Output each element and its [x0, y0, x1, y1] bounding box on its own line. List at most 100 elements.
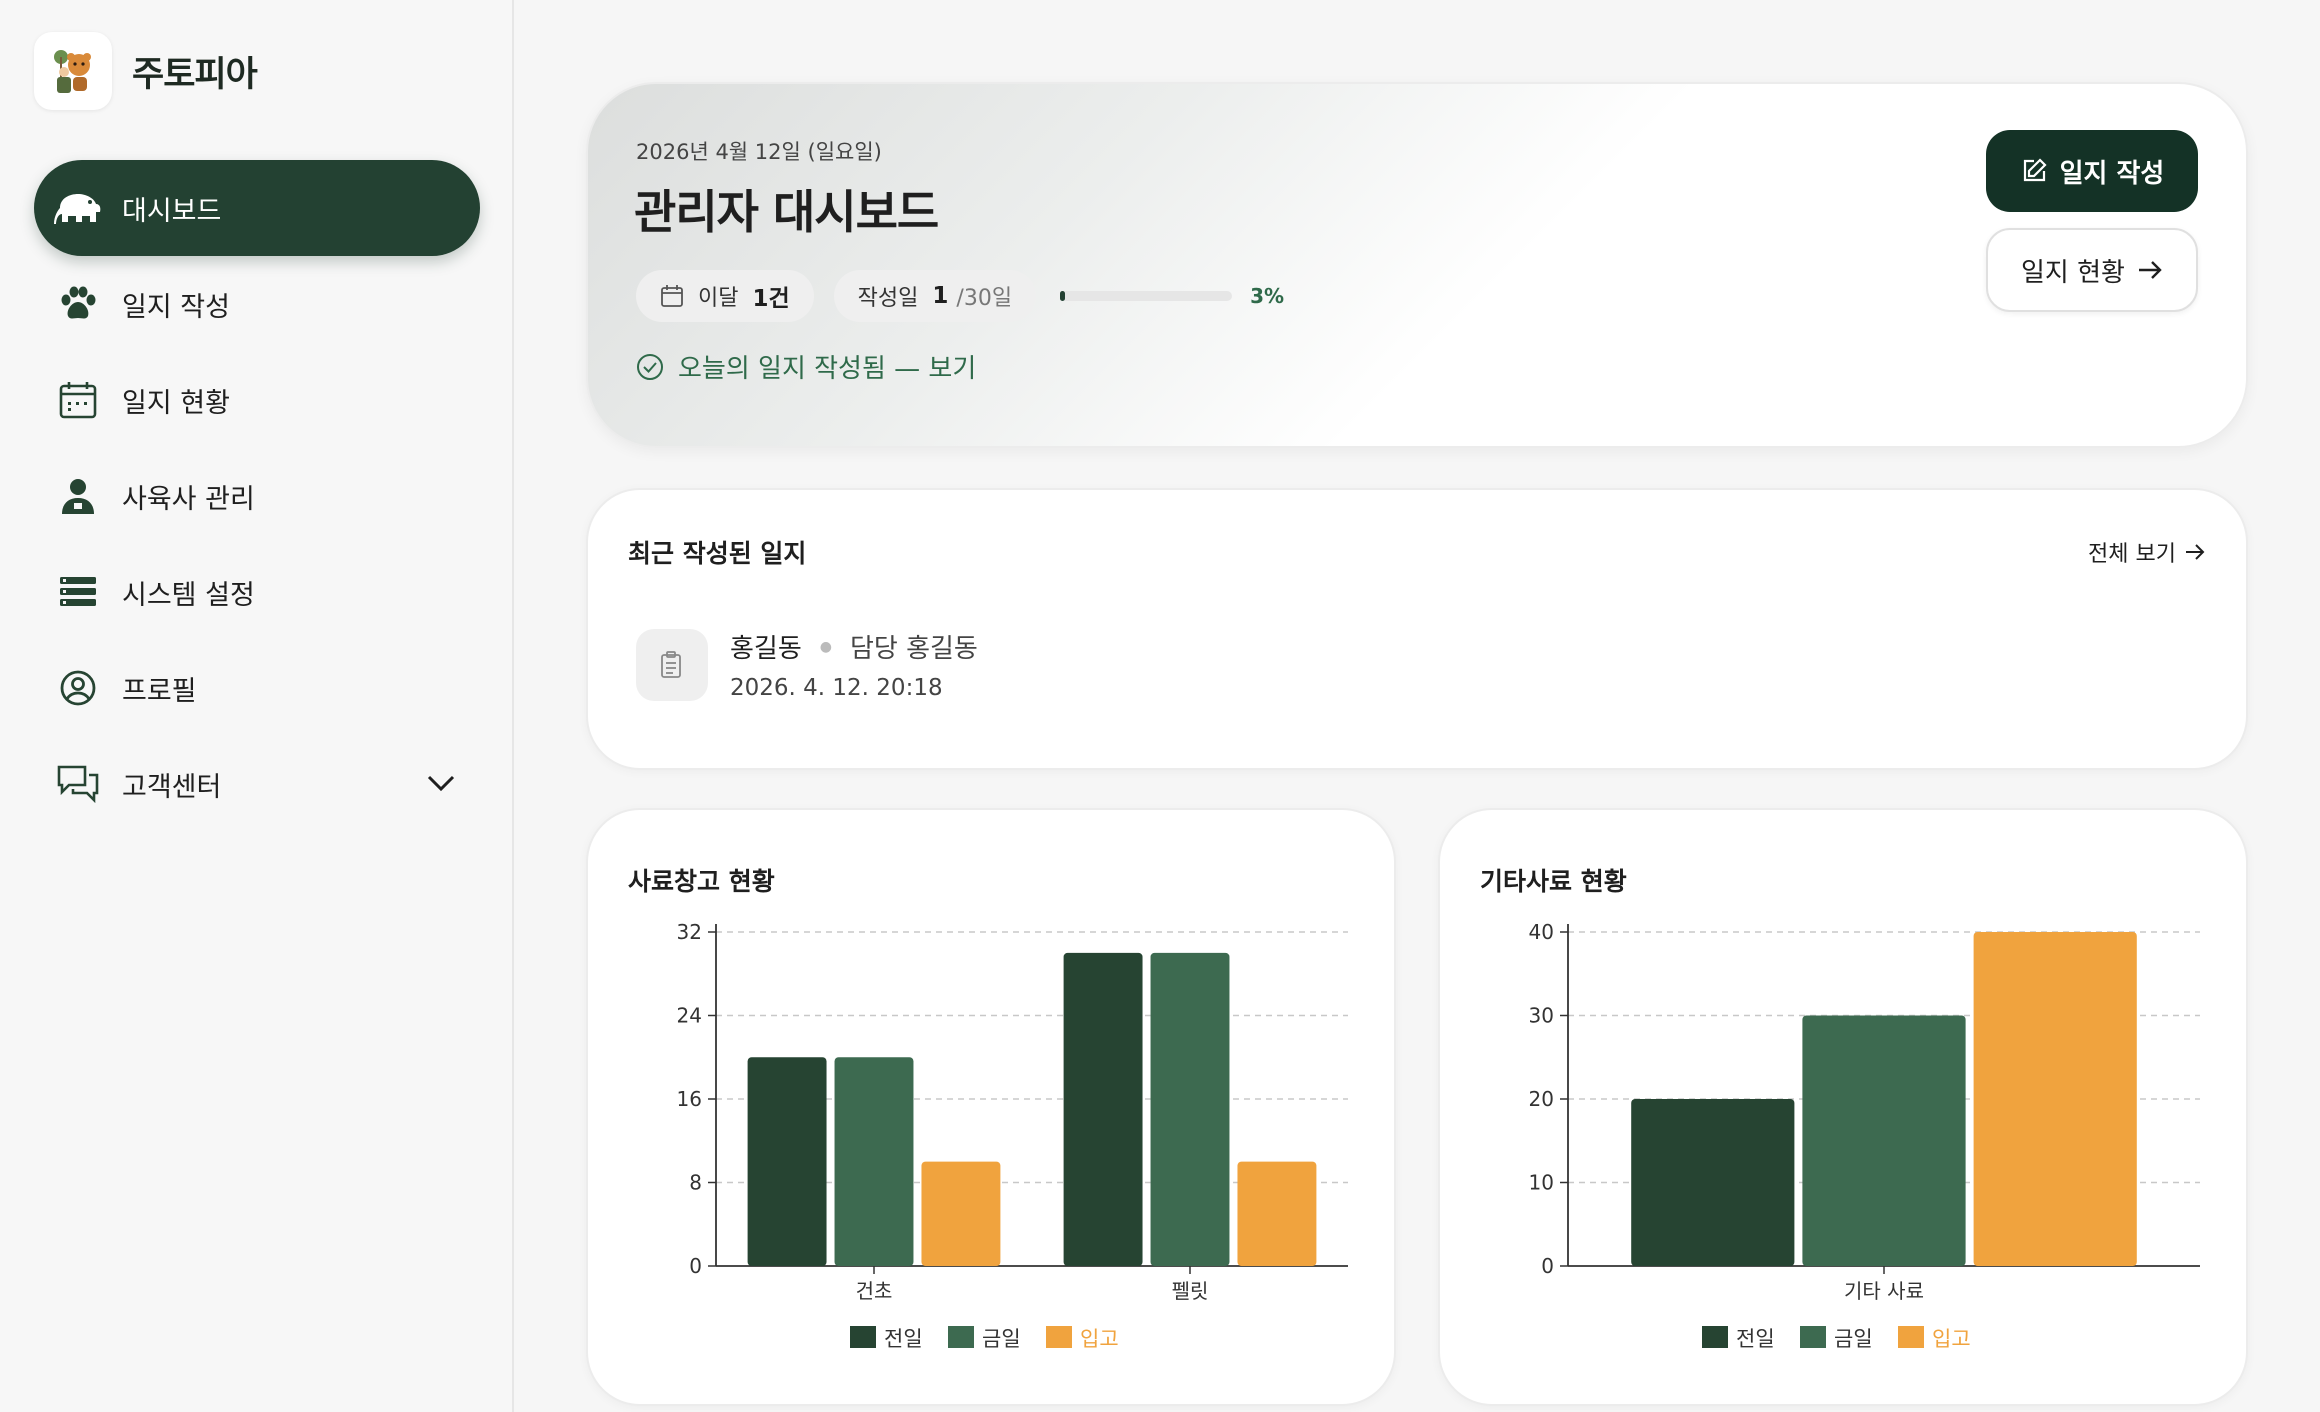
sidebar-item-system-settings[interactable]: 시스템 설정 — [34, 544, 480, 640]
recent-logs-card: 최근 작성된 일지 전체 보기 홍길동 ● 담당 홍길동 2026. 4. 12… — [586, 488, 2248, 770]
write-log-label: 일지 작성 — [2059, 158, 2165, 189]
bar-전일[interactable] — [1063, 952, 1143, 1266]
bar-전일[interactable] — [1631, 1099, 1795, 1266]
sidebar-item-label: 사육사 관리 — [122, 483, 255, 515]
entry-text: 홍길동 ● 담당 홍길동 2026. 4. 12. 20:18 — [730, 628, 978, 701]
y-tick-label: 0 — [1541, 1254, 1554, 1278]
sidebar-item-dashboard[interactable]: 대시보드 — [34, 160, 480, 256]
y-tick-label: 10 — [1529, 1171, 1554, 1195]
view-all-label: 전체 보기 — [2088, 542, 2176, 567]
brand-name: 주토피아 — [132, 54, 258, 95]
y-tick-label: 8 — [689, 1171, 702, 1195]
y-tick-label: 32 — [677, 920, 702, 944]
current-date: 2026년 4월 12일 (일요일) — [636, 140, 882, 164]
sidebar-item-customer-center[interactable]: 고객센터 — [34, 736, 480, 832]
bar-입고[interactable] — [1973, 932, 2137, 1266]
legend-swatch — [1800, 1326, 1826, 1348]
list-item[interactable]: 홍길동 ● 담당 홍길동 2026. 4. 12. 20:18 — [636, 628, 978, 701]
monthly-count-value: 1건 — [752, 286, 790, 312]
legend-label[interactable]: 전일 — [884, 1327, 923, 1351]
sidebar-item-label: 시스템 설정 — [122, 579, 255, 611]
sidebar-item-profile[interactable]: 프로필 — [34, 640, 480, 736]
sidebar-item-label: 프로필 — [122, 675, 197, 707]
sidebar-item-label: 일지 현황 — [122, 387, 230, 419]
chart-title: 사료창고 현황 — [628, 867, 775, 896]
separator-dot: ● — [819, 638, 832, 655]
monthly-count-pill: 이달 1건 — [636, 270, 814, 322]
zookeeper-icon — [54, 472, 102, 520]
entry-header: 홍길동 ● 담당 홍길동 — [730, 628, 978, 665]
other-feed-chart-card: 기타사료 현황 0 10 20 30 40 기타 사료 전일 금일 입고 — [1438, 808, 2248, 1406]
bar-금일[interactable] — [834, 1057, 914, 1266]
feed-warehouse-chart: 사료창고 현황 0 8 16 24 32 건초 펠릿전일 금일 입고 — [628, 867, 1348, 1351]
bar-입고[interactable] — [1237, 1161, 1317, 1266]
write-log-button[interactable]: 일지 작성 — [1986, 130, 2198, 212]
log-status-label: 일지 현황 — [2021, 257, 2125, 288]
bar-전일[interactable] — [747, 1057, 827, 1266]
entry-name: 홍길동 — [730, 634, 802, 664]
written-days-label: 작성일 — [857, 286, 919, 311]
elephant-icon — [54, 184, 102, 232]
arrow-right-icon — [2184, 543, 2206, 561]
user-circle-icon — [54, 664, 102, 712]
written-days-value: 1 — [932, 283, 949, 309]
y-tick-label: 30 — [1529, 1004, 1554, 1028]
legend-label[interactable]: 금일 — [1834, 1327, 1873, 1351]
edit-icon — [2020, 157, 2048, 185]
legend-swatch — [1046, 1326, 1072, 1348]
calendar-icon — [54, 376, 102, 424]
legend-swatch — [1898, 1326, 1924, 1348]
y-tick-label: 24 — [677, 1004, 702, 1028]
entry-datetime: 2026. 4. 12. 20:18 — [730, 675, 943, 701]
clipboard-icon — [636, 628, 708, 701]
legend-swatch — [1702, 1326, 1728, 1348]
y-tick-label: 0 — [689, 1254, 702, 1278]
sidebar-item-write-log[interactable]: 일지 작성 — [34, 256, 480, 352]
legend-swatch — [948, 1326, 974, 1348]
legend-label[interactable]: 입고 — [1932, 1327, 1971, 1351]
sidebar-nav: 대시보드 일지 작성 일지 현황 사육사 관리 시스템 설정 프로필 고객센터 — [34, 160, 480, 832]
arrow-right-icon — [2137, 259, 2163, 281]
view-all-link[interactable]: 전체 보기 — [2088, 536, 2206, 568]
recent-logs-title: 최근 작성된 일지 — [628, 539, 807, 568]
sidebar-item-label: 고객센터 — [122, 771, 222, 803]
bar-금일[interactable] — [1802, 1015, 1966, 1267]
zoo-logo-icon — [34, 32, 112, 110]
written-days-pill: 작성일 1 /30일 — [833, 270, 1037, 322]
entry-assignee: 담당 홍길동 — [849, 634, 978, 664]
x-tick-label: 펠릿 — [1172, 1279, 1209, 1303]
bar-입고[interactable] — [921, 1161, 1001, 1266]
y-tick-label: 16 — [677, 1087, 702, 1111]
chart-title: 기타사료 현황 — [1480, 867, 1627, 896]
log-status-button[interactable]: 일지 현황 — [1986, 228, 2198, 312]
sidebar-item-label: 일지 작성 — [122, 291, 230, 323]
legend-label[interactable]: 전일 — [1736, 1327, 1775, 1351]
x-tick-label: 건초 — [856, 1279, 893, 1303]
page-title: 관리자 대시보드 — [634, 185, 939, 239]
bar-금일[interactable] — [1150, 952, 1230, 1266]
y-tick-label: 40 — [1529, 920, 1554, 944]
chat-bubbles-icon — [54, 760, 102, 808]
legend-label[interactable]: 입고 — [1080, 1327, 1119, 1351]
calendar-small-icon — [660, 284, 684, 308]
sidebar-item-log-status[interactable]: 일지 현황 — [34, 352, 480, 448]
legend-swatch — [850, 1326, 876, 1348]
sidebar-item-zookeeper-management[interactable]: 사육사 관리 — [34, 448, 480, 544]
feed-warehouse-chart-card: 사료창고 현황 0 8 16 24 32 건초 펠릿전일 금일 입고 — [586, 808, 1396, 1406]
stats-row: 이달 1건 작성일 1 /30일 3% — [636, 270, 1284, 322]
dashboard-hero-card: 2026년 4월 12일 (일요일) 관리자 대시보드 이달 1건 작성일 1 … — [586, 82, 2248, 448]
monthly-count-label: 이달 — [698, 286, 739, 311]
brand[interactable]: 주토피아 — [34, 32, 258, 110]
today-log-link[interactable]: 오늘의 일지 작성됨 — 보기 — [636, 348, 976, 385]
sidebar-item-label: 대시보드 — [122, 195, 222, 227]
legend-label[interactable]: 금일 — [982, 1327, 1021, 1351]
paw-icon — [54, 280, 102, 328]
check-circle-icon — [636, 353, 664, 381]
progress-fill — [1060, 291, 1066, 301]
written-days-total: /30일 — [956, 286, 1013, 311]
y-tick-label: 20 — [1529, 1087, 1554, 1111]
chevron-down-icon[interactable] — [426, 769, 456, 800]
list-settings-icon — [54, 568, 102, 616]
progress-bar — [1060, 291, 1233, 301]
sidebar: 주토피아 대시보드 일지 작성 일지 현황 사육사 관리 시스템 설정 프로필 … — [0, 0, 514, 1412]
